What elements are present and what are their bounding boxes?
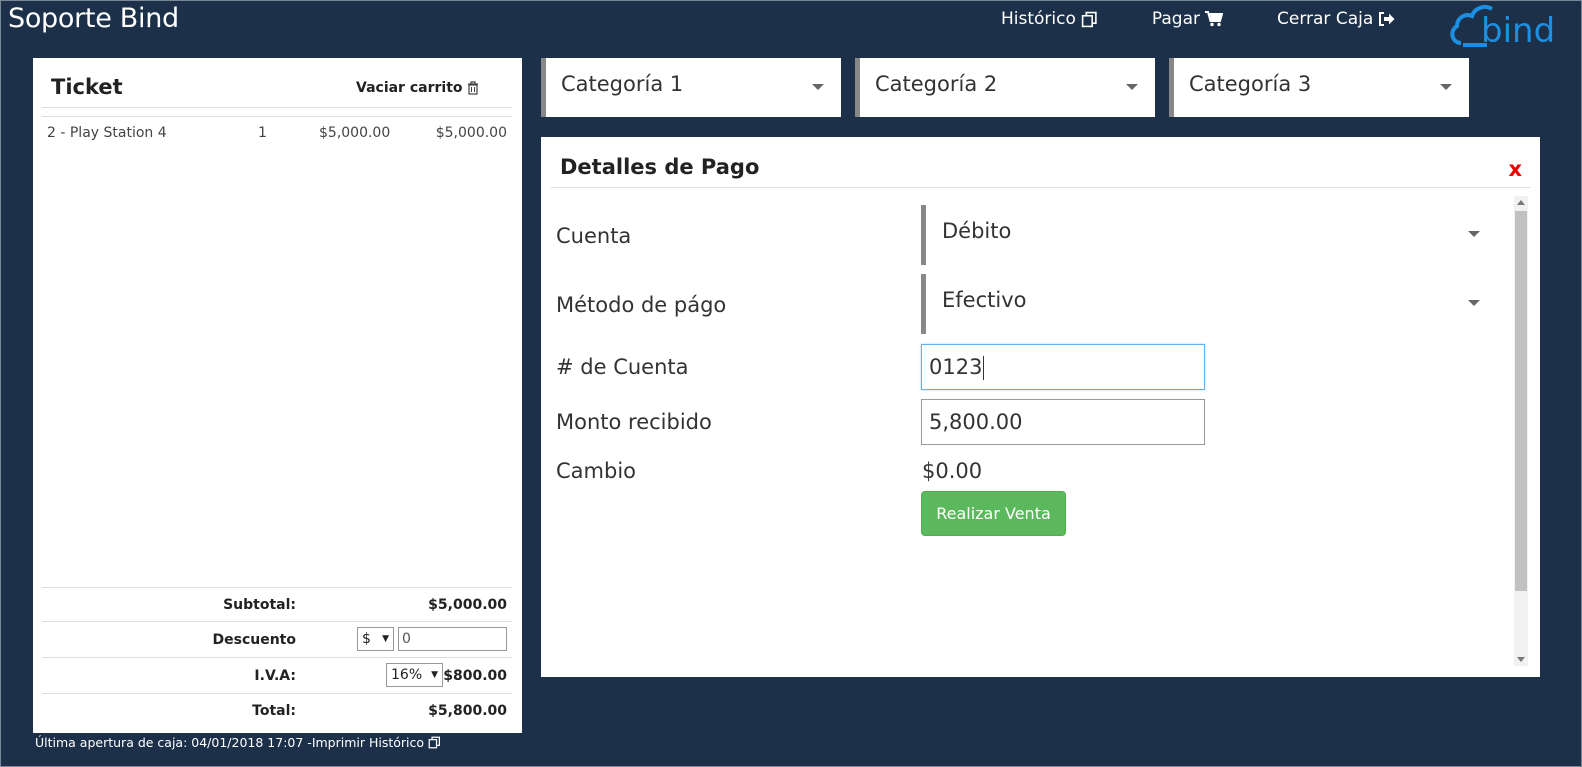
subtotal-row: Subtotal: $5,000.00 <box>42 587 512 621</box>
account-select[interactable]: Débito <box>921 205 1486 265</box>
item-name: 2 - Play Station 4 <box>47 125 167 141</box>
item-qty: 1 <box>258 125 267 141</box>
print-history-link[interactable]: Imprimir Histórico <box>312 735 424 750</box>
ticket-divider <box>42 116 512 117</box>
total-row: Total: $5,800.00 <box>42 693 512 727</box>
empty-cart-label: Vaciar carrito <box>356 80 463 96</box>
discount-row: Descuento $ ▼ 0 <box>42 621 512 657</box>
method-label: Método de págo <box>556 293 727 317</box>
iva-row: I.V.A: 16% ▼ $800.00 <box>42 657 512 693</box>
amount-received-label: Monto recibido <box>556 410 712 434</box>
cart-icon <box>1205 11 1223 27</box>
last-open-text: Última apertura de caja: 04/01/2018 17:0… <box>35 735 312 750</box>
caret-down-icon: ▼ <box>382 634 389 644</box>
footer-note: Última apertura de caja: 04/01/2018 17:0… <box>35 735 441 750</box>
payment-method-select[interactable]: Efectivo <box>921 274 1486 334</box>
complete-sale-button[interactable]: Realizar Venta <box>921 491 1066 536</box>
discount-type-value: $ <box>362 631 371 647</box>
total-value: $5,800.00 <box>428 703 507 719</box>
iva-rate-select[interactable]: 16% ▼ <box>386 663 443 687</box>
caret-down-icon: ▼ <box>431 670 438 680</box>
copy-icon <box>1081 11 1097 27</box>
caret-down-icon <box>812 84 824 90</box>
caret-down-icon <box>1468 300 1480 306</box>
discount-input-value: 0 <box>402 631 411 647</box>
nav-pagar-label: Pagar <box>1151 9 1200 29</box>
app-title: Soporte Bind <box>8 3 179 34</box>
bind-logo: bind <box>1447 1 1569 51</box>
account-number-value: 0123 <box>929 355 983 379</box>
amount-received-value: 5,800.00 <box>929 410 1023 434</box>
text-cursor <box>983 356 985 380</box>
ticket-summary: Subtotal: $5,000.00 Descuento $ ▼ 0 I.V.… <box>42 587 512 727</box>
top-nav: Histórico Pagar Cerrar Caja <box>1001 9 1449 29</box>
category-3-label: Categoría 3 <box>1189 72 1312 96</box>
trash-icon <box>467 81 478 95</box>
ticket-item-row[interactable]: 2 - Play Station 4 1 $5,000.00 $5,000.00 <box>33 125 522 147</box>
total-label: Total: <box>252 703 296 719</box>
payment-method-value: Efectivo <box>942 288 1027 312</box>
payment-title: Detalles de Pago <box>560 155 760 179</box>
item-price: $5,000.00 <box>319 125 391 141</box>
nav-historico-label: Histórico <box>1001 9 1076 29</box>
nav-cerrar-caja-label: Cerrar Caja <box>1277 9 1374 29</box>
nav-historico[interactable]: Histórico <box>1001 9 1098 29</box>
change-value: $0.00 <box>922 459 983 483</box>
scrollbar-thumb[interactable] <box>1515 211 1527 591</box>
discount-label: Descuento <box>212 632 297 648</box>
ticket-panel: Ticket Vaciar carrito 2 - Play Station 4… <box>33 58 522 733</box>
account-number-input[interactable]: 0123 <box>921 344 1205 390</box>
amount-received-input[interactable]: 5,800.00 <box>921 399 1205 445</box>
ticket-header: Ticket Vaciar carrito <box>42 72 512 108</box>
category-select-2[interactable]: Categoría 2 <box>855 58 1155 117</box>
payment-scrollbar[interactable] <box>1514 196 1528 666</box>
change-label: Cambio <box>556 459 637 483</box>
caret-down-icon <box>1440 84 1452 90</box>
caret-down-icon <box>1468 231 1480 237</box>
subtotal-value: $5,000.00 <box>428 597 507 613</box>
category-select-1[interactable]: Categoría 1 <box>541 58 841 117</box>
copy-icon <box>428 736 441 749</box>
category-2-label: Categoría 2 <box>875 72 998 96</box>
nav-cerrar-caja[interactable]: Cerrar Caja <box>1277 9 1395 29</box>
discount-input[interactable]: 0 <box>398 627 507 651</box>
empty-cart-button[interactable]: Vaciar carrito <box>356 80 479 96</box>
account-number-label: # de Cuenta <box>556 355 689 379</box>
scroll-down-icon[interactable] <box>1517 657 1525 662</box>
close-button[interactable]: x <box>1508 157 1522 181</box>
item-total: $5,000.00 <box>435 125 507 141</box>
scroll-up-icon[interactable] <box>1517 200 1525 205</box>
payment-header: Detalles de Pago x <box>551 137 1530 188</box>
payment-panel: Detalles de Pago x Cuenta Débito Método … <box>541 137 1540 677</box>
caret-down-icon <box>1126 84 1138 90</box>
category-select-3[interactable]: Categoría 3 <box>1169 58 1469 117</box>
iva-rate-value: 16% <box>391 667 423 683</box>
nav-pagar[interactable]: Pagar <box>1152 9 1223 29</box>
sign-out-icon <box>1379 12 1395 26</box>
account-select-value: Débito <box>942 219 1012 243</box>
subtotal-label: Subtotal: <box>223 597 296 613</box>
category-1-label: Categoría 1 <box>561 72 684 96</box>
logo-text: bind <box>1481 11 1555 49</box>
account-label: Cuenta <box>556 224 632 248</box>
iva-value: $800.00 <box>443 668 507 684</box>
iva-label: I.V.A: <box>254 668 296 684</box>
ticket-title: Ticket <box>51 75 123 99</box>
discount-type-select[interactable]: $ ▼ <box>357 627 394 651</box>
